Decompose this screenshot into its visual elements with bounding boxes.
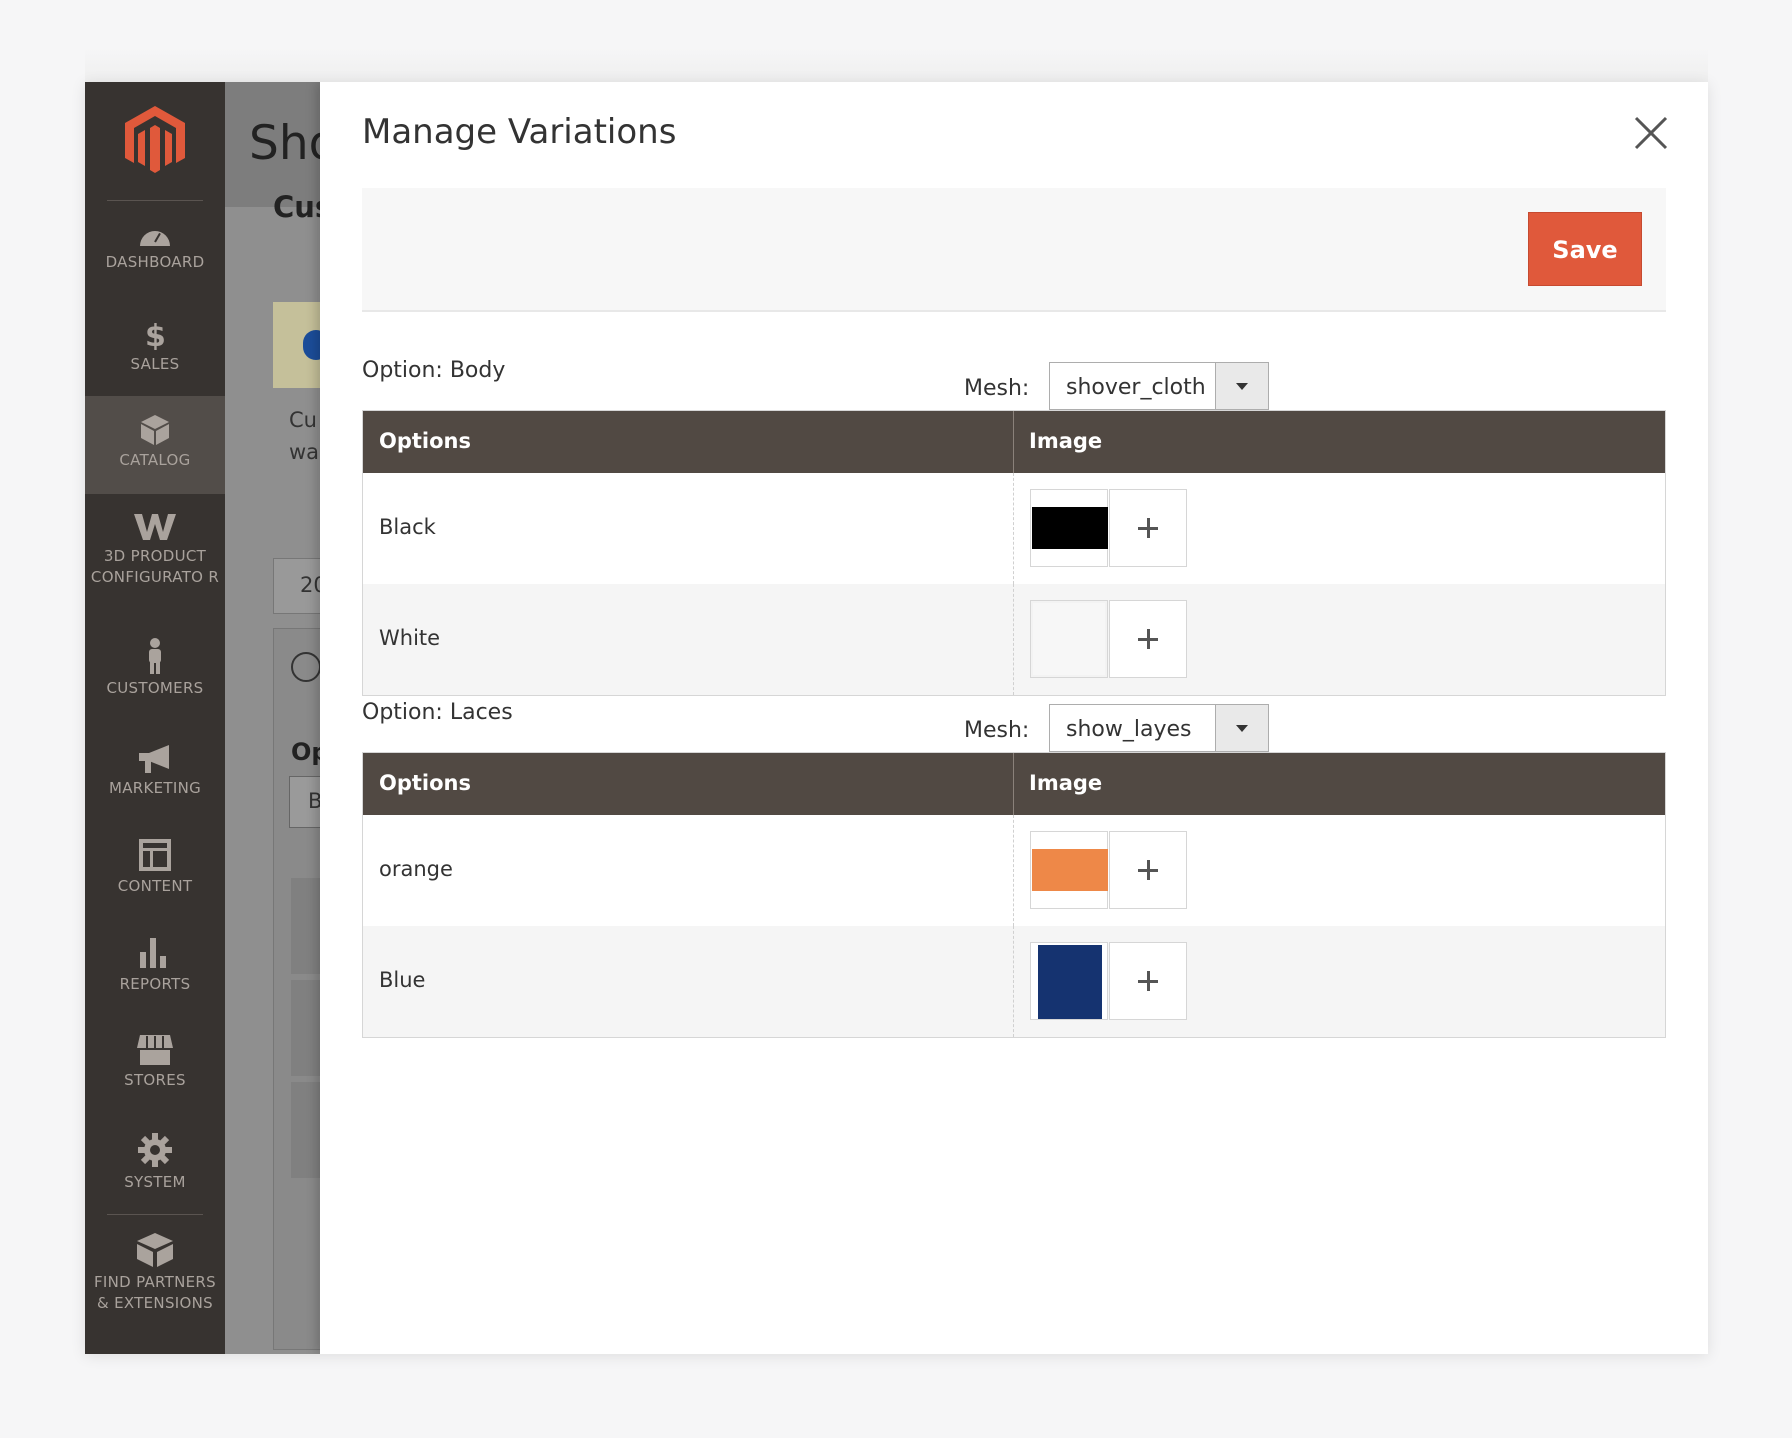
column-divider xyxy=(1013,411,1014,473)
table-header: Options Image xyxy=(363,753,1665,815)
background-text: Cu xyxy=(289,408,317,432)
bar-chart-icon xyxy=(140,938,166,968)
window-top-shade xyxy=(85,48,1708,82)
table-row: orange xyxy=(363,815,1665,926)
swatch-fill xyxy=(1032,507,1108,549)
dollar-icon: $ xyxy=(145,319,166,350)
dashboard-icon xyxy=(140,231,170,246)
swatch-fill xyxy=(1032,849,1108,891)
table-header: Options Image xyxy=(363,411,1665,473)
chevron-down-icon[interactable] xyxy=(1215,705,1268,751)
sidebar-item-label: REPORTS xyxy=(119,975,191,993)
mesh-select-laces[interactable]: show_layes xyxy=(1049,704,1269,752)
table-row: White xyxy=(363,584,1665,695)
sidebar-item-label: FIND PARTNERS & EXTENSIONS xyxy=(94,1273,216,1312)
sidebar-item-label: SYSTEM xyxy=(124,1173,186,1191)
column-divider xyxy=(1013,926,1014,1037)
swatch-fill xyxy=(1038,945,1102,1019)
column-divider xyxy=(1013,584,1014,695)
sidebar-item-system[interactable]: SYSTEM xyxy=(85,1132,225,1216)
sidebar-item-label: STORES xyxy=(124,1071,186,1089)
mesh-label: Mesh: xyxy=(964,376,1030,401)
svg-text:$: $ xyxy=(145,319,166,350)
sidebar-divider xyxy=(107,1214,203,1215)
variations-table-body: Options Image Black White xyxy=(362,410,1666,696)
admin-sidebar: DASHBOARD $ SALES CATALOG 3D PRODUCT CON… xyxy=(85,82,225,1354)
option-laces-label: Option: Laces xyxy=(362,700,513,725)
sidebar-item-catalog[interactable]: CATALOG xyxy=(85,396,225,494)
sidebar-item-marketing[interactable]: MARKETING xyxy=(85,744,225,828)
column-divider xyxy=(1013,815,1014,926)
box-icon xyxy=(141,415,169,445)
chevron-down-icon[interactable] xyxy=(1215,363,1268,409)
color-swatch[interactable] xyxy=(1030,831,1108,909)
sidebar-item-3d-product-configurator[interactable]: 3D PRODUCT CONFIGURATO R xyxy=(85,512,225,622)
modal-toolbar: Save xyxy=(362,188,1666,312)
add-image-button[interactable] xyxy=(1109,942,1187,1020)
modal-title: Manage Variations xyxy=(362,112,677,152)
option-name: White xyxy=(379,626,441,650)
sidebar-item-label: 3D PRODUCT CONFIGURATO R xyxy=(90,547,220,586)
add-image-button[interactable] xyxy=(1109,831,1187,909)
sidebar-item-label: CATALOG xyxy=(119,451,191,469)
sidebar-item-label: DASHBOARD xyxy=(105,253,205,271)
table-row: Blue xyxy=(363,926,1665,1037)
magento-logo-icon xyxy=(125,106,185,173)
column-header-image: Image xyxy=(1029,771,1103,795)
add-image-button[interactable] xyxy=(1109,600,1187,678)
sidebar-item-label: MARKETING xyxy=(108,779,202,797)
cube-icon xyxy=(137,1233,173,1267)
table-row: Black xyxy=(363,473,1665,584)
collapse-icon xyxy=(291,652,321,682)
configurator-w-icon xyxy=(134,514,176,540)
swatch-fill xyxy=(1033,603,1105,675)
mesh-select-body[interactable]: shover_cloth xyxy=(1049,362,1269,410)
option-name: Black xyxy=(379,515,436,539)
column-header-options: Options xyxy=(379,429,471,453)
add-image-button[interactable] xyxy=(1109,489,1187,567)
sidebar-item-content[interactable]: CONTENT xyxy=(85,838,225,922)
background-text: wa xyxy=(289,440,320,464)
sidebar-item-stores[interactable]: STORES xyxy=(85,1034,225,1118)
option-name: Blue xyxy=(379,968,426,992)
sidebar-item-find-partners[interactable]: FIND PARTNERS & EXTENSIONS xyxy=(85,1232,225,1342)
sidebar-item-sales[interactable]: $ SALES xyxy=(85,318,225,402)
layout-icon xyxy=(139,839,171,871)
column-header-options: Options xyxy=(379,771,471,795)
sidebar-item-reports[interactable]: REPORTS xyxy=(85,936,225,1020)
store-icon xyxy=(137,1035,173,1065)
mesh-select-value: show_layes xyxy=(1066,717,1192,742)
sidebar-item-customers[interactable]: CUSTOMERS xyxy=(85,638,225,722)
column-header-image: Image xyxy=(1029,429,1103,453)
close-icon[interactable] xyxy=(1632,114,1670,152)
color-swatch[interactable] xyxy=(1030,489,1108,567)
manage-variations-modal: Manage Variations Save Option: Body Mesh… xyxy=(320,82,1708,1354)
megaphone-icon xyxy=(139,745,169,773)
option-body-label: Option: Body xyxy=(362,358,506,383)
sidebar-item-label: CONTENT xyxy=(117,877,193,895)
admin-window: DASHBOARD $ SALES CATALOG 3D PRODUCT CON… xyxy=(85,82,1708,1354)
column-divider xyxy=(1013,753,1014,815)
sidebar-item-label: SALES xyxy=(130,355,180,373)
sidebar-item-dashboard[interactable]: DASHBOARD xyxy=(85,222,225,306)
variations-table-laces: Options Image orange Blue xyxy=(362,752,1666,1038)
person-icon xyxy=(149,638,161,674)
color-swatch[interactable] xyxy=(1030,942,1108,1020)
gear-icon xyxy=(138,1133,172,1167)
option-name: orange xyxy=(379,857,453,881)
save-button[interactable]: Save xyxy=(1528,212,1642,286)
column-divider xyxy=(1013,473,1014,584)
mesh-select-value: shover_cloth xyxy=(1066,375,1206,400)
sidebar-item-label: CUSTOMERS xyxy=(106,679,204,697)
sidebar-divider xyxy=(107,200,203,201)
mesh-label: Mesh: xyxy=(964,718,1030,743)
color-swatch[interactable] xyxy=(1030,600,1108,678)
